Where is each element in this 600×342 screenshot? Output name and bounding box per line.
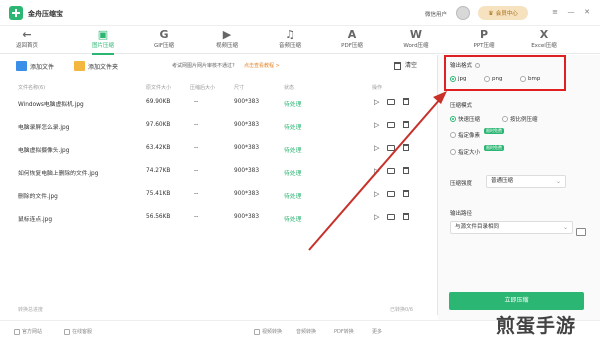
annotation-arrow [308,91,447,251]
watermark: 煎蛋手游 [496,315,577,337]
